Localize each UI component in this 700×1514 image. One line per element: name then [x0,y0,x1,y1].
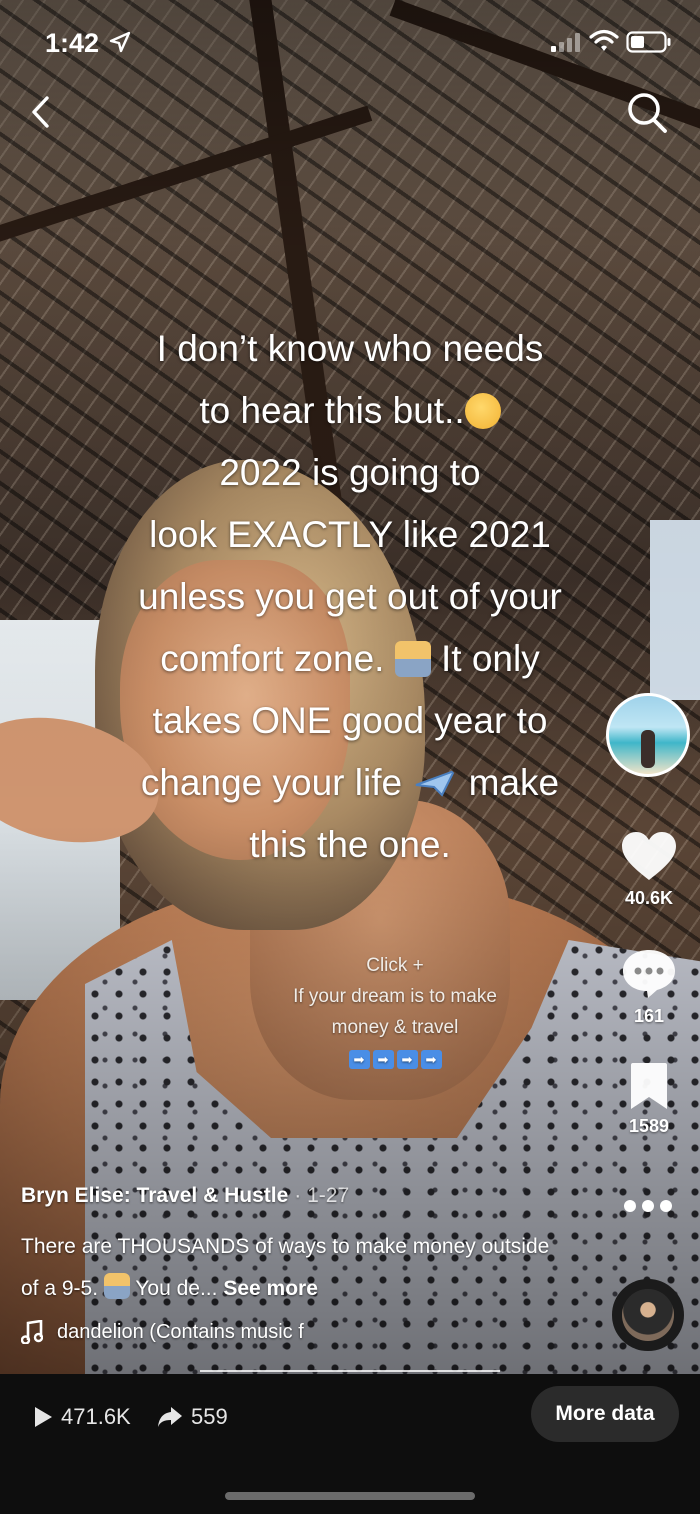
views-count: 471.6K [61,1404,131,1429]
search-icon [628,93,667,133]
like-button[interactable]: 40.6K [604,832,694,909]
bookmark-icon [631,1063,667,1109]
music-disc-icon[interactable] [612,1279,684,1351]
caption-line: 2022 is going to [219,452,481,493]
play-icon [35,1407,52,1427]
shares-count: 559 [191,1404,228,1429]
caption-text: change your life [140,762,403,803]
caption-line: unless you get out of your [138,576,562,617]
share-arrow-icon [158,1407,182,1427]
arrow-emoji-row: ➡ ➡ ➡ ➡ [348,1050,442,1069]
right-arrow-emoji-icon: ➡ [348,1050,370,1069]
bookmark-button[interactable]: 1589 [604,1062,694,1137]
comment-count: 161 [633,1006,665,1026]
home-indicator [225,1492,475,1500]
chevron-left-icon [32,96,49,128]
shushing-face-emoji-icon [464,393,501,429]
author-line[interactable]: Bryn Elise: Travel & Hustle · 1-27 [21,1184,349,1208]
status-bar: 1:42 [0,0,700,80]
status-time: 1:42 [45,28,100,58]
link-sticker[interactable]: Click + If your dream is to make money &… [250,950,540,1074]
music-line[interactable]: dandelion (Contains music f [21,1320,304,1344]
author-name[interactable]: Bryn Elise: Travel & Hustle [21,1184,288,1207]
sticker-line: money & travel [331,1017,459,1038]
like-count: 40.6K [624,888,674,908]
right-arrow-emoji-icon: ➡ [372,1050,394,1069]
caption-text: It only [441,638,540,679]
heart-icon [622,832,676,880]
back-button[interactable] [22,90,62,134]
caption-text: comfort zone. [160,638,385,679]
post-description: There are THOUSANDS of ways to make mone… [21,1226,561,1310]
caption-line: takes ONE good year to [152,700,548,741]
music-disc-cover [622,1289,674,1341]
right-arrow-emoji-icon: ➡ [396,1050,418,1069]
comment-button[interactable]: 161 [604,948,694,1027]
bookmark-count: 1589 [628,1116,670,1136]
music-note-icon [21,1320,43,1344]
avatar-figure [641,730,655,768]
caption-line: change your life make [40,752,660,814]
shares-stat: 559 [157,1404,228,1430]
video-overlay-caption: I don’t know who needs to hear this but.… [40,318,660,876]
caption-line: this the one. [249,824,451,865]
cellular-signal-icon [551,33,580,52]
wifi-icon [589,29,619,51]
music-title: dandelion (Contains music f [57,1320,304,1343]
views-stat: 471.6K [33,1404,131,1430]
more-data-button[interactable]: More data [531,1386,679,1442]
caption-line: to hear this but.. [40,380,660,442]
post-date: · 1-27 [294,1184,350,1207]
sticker-line: Click + [366,955,424,976]
caption-text: to hear this but.. [199,390,465,431]
description-tail: You de... [129,1277,218,1300]
caption-line: comfort zone. It only [40,628,660,690]
location-arrow-icon [109,31,131,53]
caption-line: I don’t know who needs [156,328,544,369]
search-button[interactable] [624,88,670,136]
person-laptop-emoji-icon [394,641,431,677]
video-frame[interactable]: I don’t know who needs to hear this but.… [0,0,700,1374]
right-arrow-emoji-icon: ➡ [420,1050,442,1069]
airplane-emoji-icon [416,769,457,797]
see-more-link[interactable]: See more [223,1277,318,1300]
caption-line: look EXACTLY like 2021 [149,514,551,555]
more-options-icon[interactable] [620,1196,676,1216]
creator-avatar[interactable] [606,693,690,777]
person-laptop-emoji-icon [103,1273,130,1299]
video-progress-bar[interactable] [200,1370,500,1372]
bottom-stats-bar: 471.6K 559 More data [0,1374,700,1514]
battery-icon [626,31,671,53]
sticker-line: If your dream is to make [293,986,497,1007]
comment-bubble-icon [623,950,675,998]
caption-text: make [468,762,560,803]
